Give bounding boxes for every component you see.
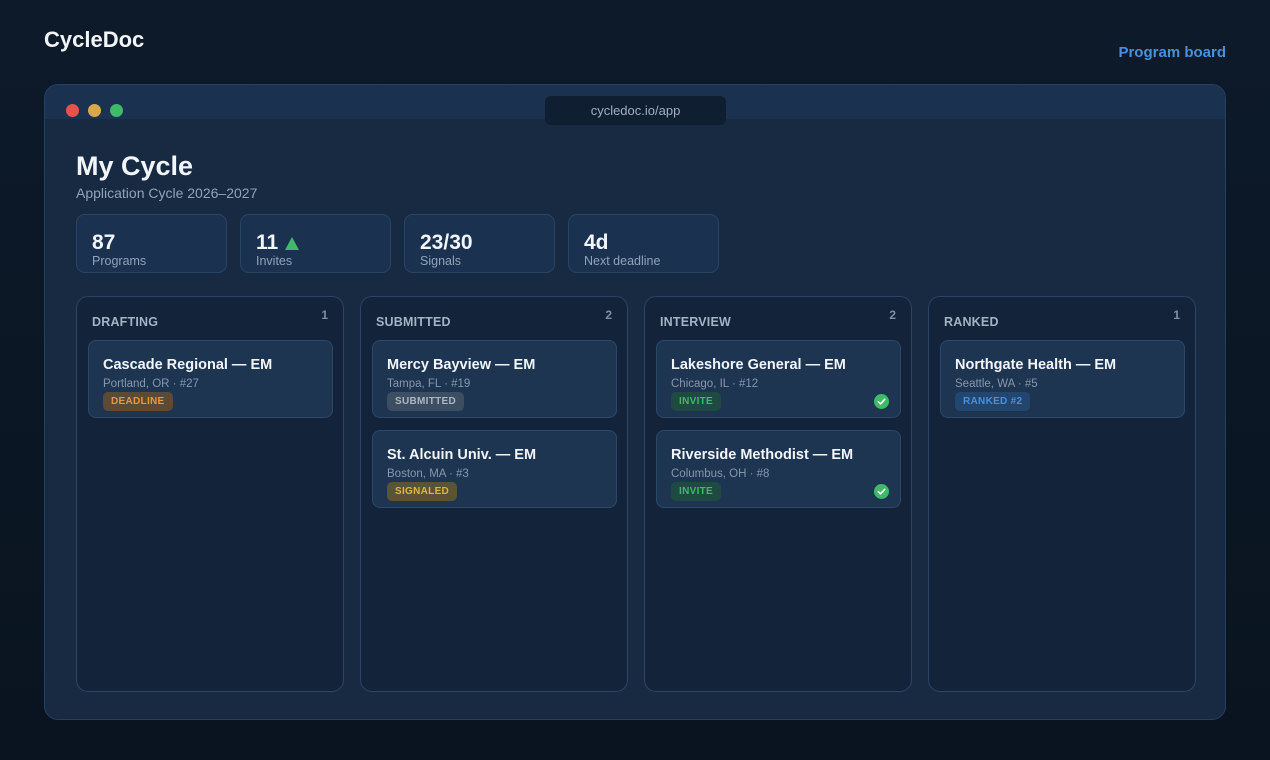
- status-badge: DEADLINE: [103, 392, 173, 411]
- page-subtitle: Application Cycle 2026–2027: [76, 185, 258, 201]
- stat-card-programs: 87 Programs: [76, 214, 227, 273]
- card-title: Lakeshore General — EM: [671, 357, 846, 373]
- card-title: St. Alcuin Univ. — EM: [387, 447, 537, 463]
- card-title: Riverside Methodist — EM: [671, 447, 854, 463]
- program-card[interactable]: Northgate Health — EM Seattle, WA · #5 R…: [940, 340, 1185, 418]
- program-board-link[interactable]: Program board: [1118, 44, 1226, 61]
- column-interview: INTERVIEW 2 Lakeshore General — EM Chica…: [644, 296, 912, 692]
- stat-label: Invites: [256, 254, 293, 268]
- column-title: DRAFTING: [92, 315, 159, 329]
- card-title: Northgate Health — EM: [955, 357, 1117, 373]
- trend-up-icon: [285, 236, 300, 250]
- column-count: 2: [605, 308, 612, 322]
- stat-value: 87: [92, 231, 116, 254]
- program-card[interactable]: Riverside Methodist — EM Columbus, OH · …: [656, 430, 901, 508]
- stat-label: Signals: [420, 254, 461, 268]
- program-card[interactable]: St. Alcuin Univ. — EM Boston, MA · #3 SI…: [372, 430, 617, 508]
- check-circle-icon: [874, 394, 889, 409]
- status-badge: RANKED #2: [955, 392, 1031, 411]
- column-title: SUBMITTED: [376, 315, 451, 329]
- status-badge: INVITE: [671, 482, 722, 501]
- card-subtitle: Tampa, FL · #19: [387, 378, 471, 390]
- card-title: Mercy Bayview — EM: [387, 357, 536, 373]
- column-count: 1: [321, 308, 328, 322]
- stat-value: 23/30: [420, 231, 473, 254]
- page-title: My Cycle: [76, 151, 194, 181]
- stat-value: 11: [256, 231, 279, 254]
- stat-label: Next deadline: [584, 254, 661, 268]
- stat-card-next-deadline: 4d Next deadline: [568, 214, 719, 273]
- card-subtitle: Seattle, WA · #5: [955, 378, 1038, 390]
- close-window-icon[interactable]: [66, 104, 79, 117]
- status-badge: INVITE: [671, 392, 722, 411]
- column-title: RANKED: [944, 315, 999, 329]
- card-title: Cascade Regional — EM: [103, 357, 273, 373]
- column-count: 1: [1173, 308, 1180, 322]
- program-card[interactable]: Lakeshore General — EM Chicago, IL · #12…: [656, 340, 901, 418]
- column-drafting: DRAFTING 1 Cascade Regional — EM Portlan…: [76, 296, 344, 692]
- brand-logo: CycleDoc: [44, 27, 145, 52]
- column-title: INTERVIEW: [660, 315, 732, 329]
- column-ranked: RANKED 1 Northgate Health — EM Seattle, …: [928, 296, 1196, 692]
- column-count: 2: [889, 308, 896, 322]
- status-badge: SIGNALED: [387, 482, 458, 501]
- column-submitted: SUBMITTED 2 Mercy Bayview — EM Tampa, FL…: [360, 296, 628, 692]
- window-titlebar: cycledoc.io/app: [45, 85, 1225, 125]
- stat-label: Programs: [92, 254, 147, 268]
- stat-card-signals: 23/30 Signals: [404, 214, 555, 273]
- status-badge: SUBMITTED: [387, 392, 465, 411]
- minimize-window-icon[interactable]: [88, 104, 101, 117]
- program-card[interactable]: Cascade Regional — EM Portland, OR · #27…: [88, 340, 333, 418]
- url-bar[interactable]: cycledoc.io/app: [545, 96, 726, 125]
- card-subtitle: Portland, OR · #27: [103, 378, 199, 390]
- stat-value: 4d: [584, 231, 609, 254]
- app-window: cycledoc.io/app My Cycle Application Cyc…: [44, 84, 1226, 720]
- stat-card-invites: 11 Invites: [240, 214, 391, 273]
- card-subtitle: Columbus, OH · #8: [671, 468, 770, 480]
- maximize-window-icon[interactable]: [110, 104, 123, 117]
- card-subtitle: Chicago, IL · #12: [671, 378, 759, 390]
- check-circle-icon: [874, 484, 889, 499]
- program-card[interactable]: Mercy Bayview — EM Tampa, FL · #19 SUBMI…: [372, 340, 617, 418]
- card-subtitle: Boston, MA · #3: [387, 468, 469, 480]
